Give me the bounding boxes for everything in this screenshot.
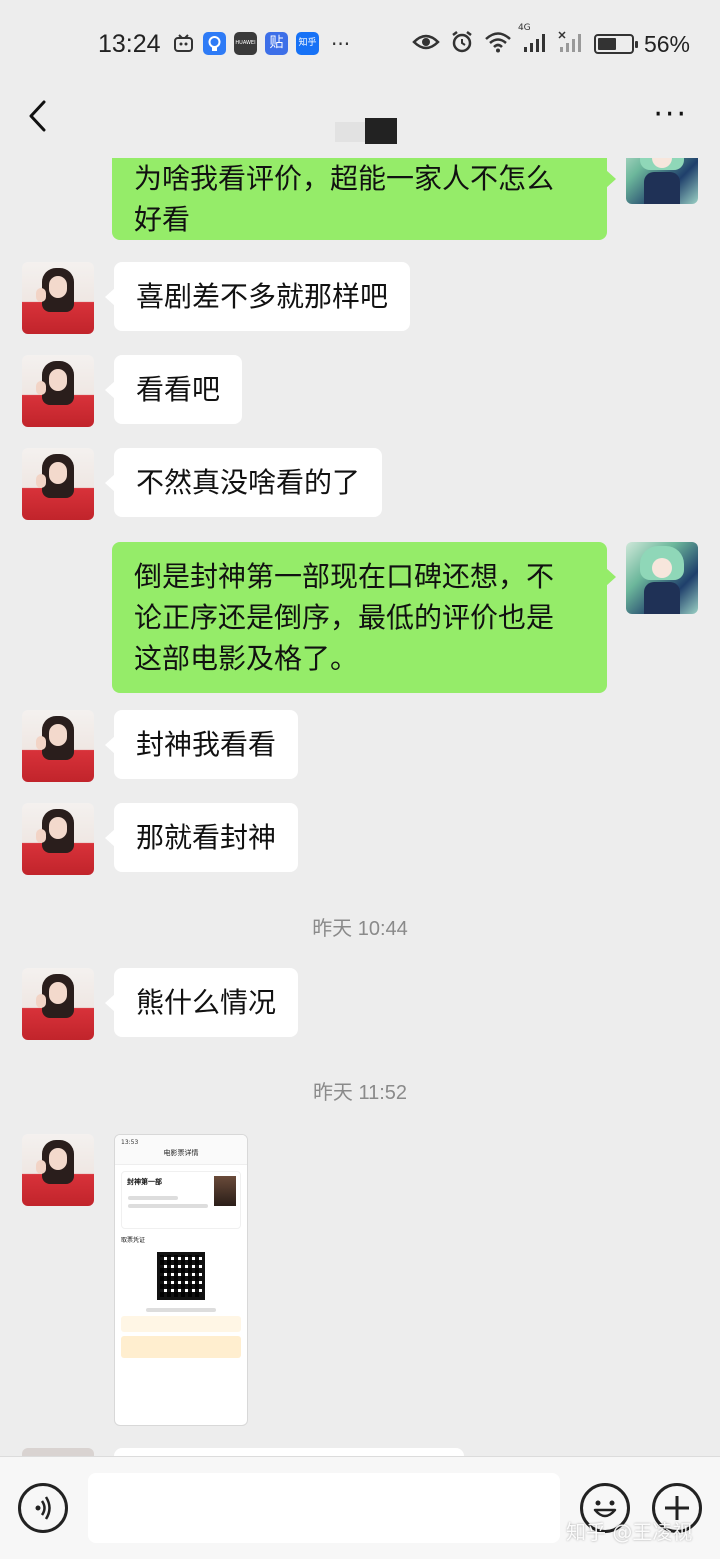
message-timestamp: 昨天 11:52: [312, 1082, 408, 1104]
image-ticket-card: 封神第一部: [121, 1171, 241, 1229]
alarm-icon: [450, 30, 474, 58]
message-text-line: 喜剧差不多就那样吧: [136, 280, 389, 313]
contact-avatar[interactable]: [22, 968, 94, 1040]
status-bar: 13:24 HUAWEI 贴 知乎 ··· 4G 56%: [0, 0, 720, 88]
message-text-line: 论正序还是倒序，最低的评价也是: [134, 601, 555, 634]
zhihu-watermark: 知乎 @王凌视: [566, 1520, 693, 1544]
more-dots-icon[interactable]: ···: [653, 100, 688, 130]
wifi-icon: [484, 31, 512, 57]
message-text-line: 这部电影及格了。: [134, 642, 359, 675]
message-text-line: 封神我看看: [136, 728, 277, 761]
contact-avatar[interactable]: [22, 355, 94, 427]
image-promo-banner: [121, 1336, 241, 1358]
message-bubble-outgoing[interactable]: 倒是封神第一部现在口碑还想，不 论正序还是倒序，最低的评价也是 这部电影及格了。: [112, 542, 616, 693]
contact-avatar[interactable]: [22, 1134, 94, 1206]
cellular-signal-icon: 4G: [518, 23, 548, 57]
contact-avatar[interactable]: [22, 803, 94, 875]
more-notifications-icon: ···: [331, 31, 351, 56]
battery-percent: 56%: [643, 30, 690, 57]
battery-icon: [593, 34, 638, 54]
contact-avatar-partial: [22, 1448, 94, 1456]
chat-header: ···: [0, 88, 720, 158]
voice-icon[interactable]: [18, 1483, 68, 1533]
message-bubble-incoming[interactable]: 看看吧: [104, 355, 243, 424]
image-promo-banner: [121, 1316, 241, 1332]
notification-icons: HUAWEI 贴 知乎 ···: [172, 32, 350, 55]
message-input[interactable]: [88, 1473, 560, 1543]
message-text-line: 看看吧: [136, 373, 221, 406]
message-bubble-incoming[interactable]: 不然真没啥看的了: [104, 448, 383, 517]
bulb-app-icon: [203, 32, 226, 55]
contact-avatar[interactable]: [22, 710, 94, 782]
network-type-label: 4G: [517, 23, 531, 33]
message-bubble-incoming[interactable]: 那就看封神: [104, 803, 299, 872]
message-text-line: 倒是封神第一部现在口碑还想，不: [134, 560, 555, 593]
message-bubble-outgoing[interactable]: 为啥我看评价，超能一家人不怎么 好看: [112, 158, 616, 240]
message-bubble-incoming[interactable]: 喜剧差不多就那样吧: [104, 262, 411, 331]
message-text-line: 不然真没啥看的了: [136, 466, 361, 499]
message-text-line: 熊什么情况: [136, 986, 277, 1019]
message-bubble-incoming[interactable]: 熊什么情况: [104, 968, 299, 1037]
image-message-ticket-screenshot[interactable]: 13:53 电影票详情 封神第一部 取票凭证: [114, 1134, 248, 1426]
cellular-signal-2-icon: [558, 31, 584, 57]
message-text-line: 那就看封神: [136, 821, 277, 854]
my-avatar[interactable]: [626, 158, 698, 204]
contact-avatar[interactable]: [22, 262, 94, 334]
contact-name-redacted: [335, 118, 399, 144]
my-avatar[interactable]: [626, 542, 698, 614]
qr-code-icon: [157, 1252, 205, 1300]
message-text-line: 好看: [134, 203, 191, 236]
chevron-left-icon[interactable]: [22, 98, 58, 134]
zhihu-app-icon: 知乎: [296, 32, 319, 55]
message-list[interactable]: 为啥我看评价，超能一家人不怎么 好看 喜剧差不多就那样吧 看看吧 不然真没啥看的…: [0, 158, 720, 1456]
message-text-line: 为啥我看评价，超能一家人不怎么: [134, 162, 555, 195]
status-time: 13:24: [98, 30, 161, 58]
image-section-label: 取票凭证: [121, 1237, 146, 1244]
message-bubble-partial: [114, 1448, 464, 1456]
image-status-bar: 13:53 电影票详情: [115, 1135, 247, 1165]
eye-icon: [412, 32, 440, 56]
message-bubble-incoming[interactable]: 封神我看看: [104, 710, 299, 779]
message-timestamp: 昨天 10:44: [312, 918, 408, 940]
huawei-app-icon: HUAWEI: [234, 32, 257, 55]
image-page-title: 电影票详情: [163, 1149, 199, 1157]
image-movie-poster: [214, 1176, 236, 1206]
bilibili-icon: [172, 32, 195, 55]
system-icons: 4G 56%: [412, 23, 690, 58]
image-status-time: 13:53: [121, 1139, 139, 1146]
tieba-app-icon: 贴: [265, 32, 288, 55]
contact-avatar[interactable]: [22, 448, 94, 520]
